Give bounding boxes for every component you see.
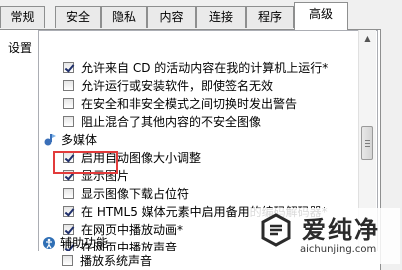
scroll-up-icon[interactable]: ▲: [359, 30, 376, 47]
category-multimedia: 多媒体: [39, 132, 357, 149]
grip-line: [365, 143, 370, 144]
option-label: 在安全和非安全模式之间切换时发出警告: [81, 97, 298, 111]
tab-security[interactable]: 安全: [55, 6, 101, 28]
window-edge: [381, 29, 402, 265]
list-item[interactable]: 启用自动图像大小调整: [39, 150, 357, 167]
checkbox[interactable]: [63, 116, 74, 127]
list-item[interactable]: 在安全和非安全模式之间切换时发出警告: [39, 96, 357, 113]
option-label: 允许来自 CD 的活动内容在我的计算机上运行*: [81, 61, 329, 75]
option-label: 播放系统声音: [80, 254, 153, 268]
list-item[interactable]: 显示图像下载占位符: [39, 186, 357, 203]
category-label: 多媒体: [61, 133, 98, 147]
tab-privacy[interactable]: 隐私: [101, 6, 147, 28]
tab-general[interactable]: 常规: [0, 6, 45, 28]
scrollbar-thumb[interactable]: [361, 126, 373, 160]
multimedia-icon: [44, 134, 56, 146]
option-label: 阻止混合了其他内容的不安全图像: [81, 115, 262, 129]
list-item[interactable]: 允许运行或安装软件，即使签名无效: [39, 78, 357, 95]
grip-line: [365, 140, 370, 141]
option-label: 启用自动图像大小调整: [81, 151, 202, 165]
checkbox[interactable]: [63, 206, 74, 217]
tab-connections[interactable]: 连接: [196, 6, 246, 28]
checkbox[interactable]: [63, 62, 74, 73]
tab-bar: 常规 安全 隐私 内容 连接 程序 高级: [0, 0, 402, 30]
list-item[interactable]: 阻止混合了其他内容的不安全图像: [39, 114, 357, 131]
option-label: 显示图片: [81, 169, 130, 183]
list-item[interactable]: 在 HTML5 媒体元素中启用备用的编码解码器*: [39, 204, 357, 221]
option-label: 允许运行或安装软件，即使签名无效: [81, 79, 274, 93]
settings-section-label: 设置: [8, 41, 33, 55]
category-label: 辅助功能: [60, 236, 109, 250]
checkbox[interactable]: [62, 255, 73, 266]
list-item[interactable]: 播放系统声音: [38, 253, 356, 270]
category-accessibility: 辅助功能: [38, 235, 356, 252]
option-label: 显示图像下载占位符: [81, 187, 190, 201]
checkbox[interactable]: [63, 188, 74, 199]
checkbox[interactable]: [63, 170, 74, 181]
tab-advanced[interactable]: 高级: [294, 2, 348, 30]
list-item[interactable]: 允许来自 CD 的活动内容在我的计算机上运行*: [39, 60, 357, 77]
checkbox[interactable]: [63, 224, 74, 235]
checkbox[interactable]: [63, 152, 74, 163]
checkbox[interactable]: [63, 98, 74, 109]
accessibility-icon: [43, 237, 55, 249]
settings-list[interactable]: 允许来自 CD 的活动内容在我的计算机上运行* 允许运行或安装软件，即使签名无效…: [38, 30, 378, 251]
tab-content[interactable]: 内容: [147, 6, 196, 28]
checkbox[interactable]: [63, 80, 74, 91]
tab-programs[interactable]: 程序: [246, 6, 294, 28]
option-label: 在 HTML5 媒体元素中启用备用的编码解码器*: [81, 205, 328, 219]
grip-line: [365, 146, 370, 147]
vertical-scrollbar[interactable]: ▲: [358, 30, 376, 255]
list-item[interactable]: 显示图片: [39, 168, 357, 185]
